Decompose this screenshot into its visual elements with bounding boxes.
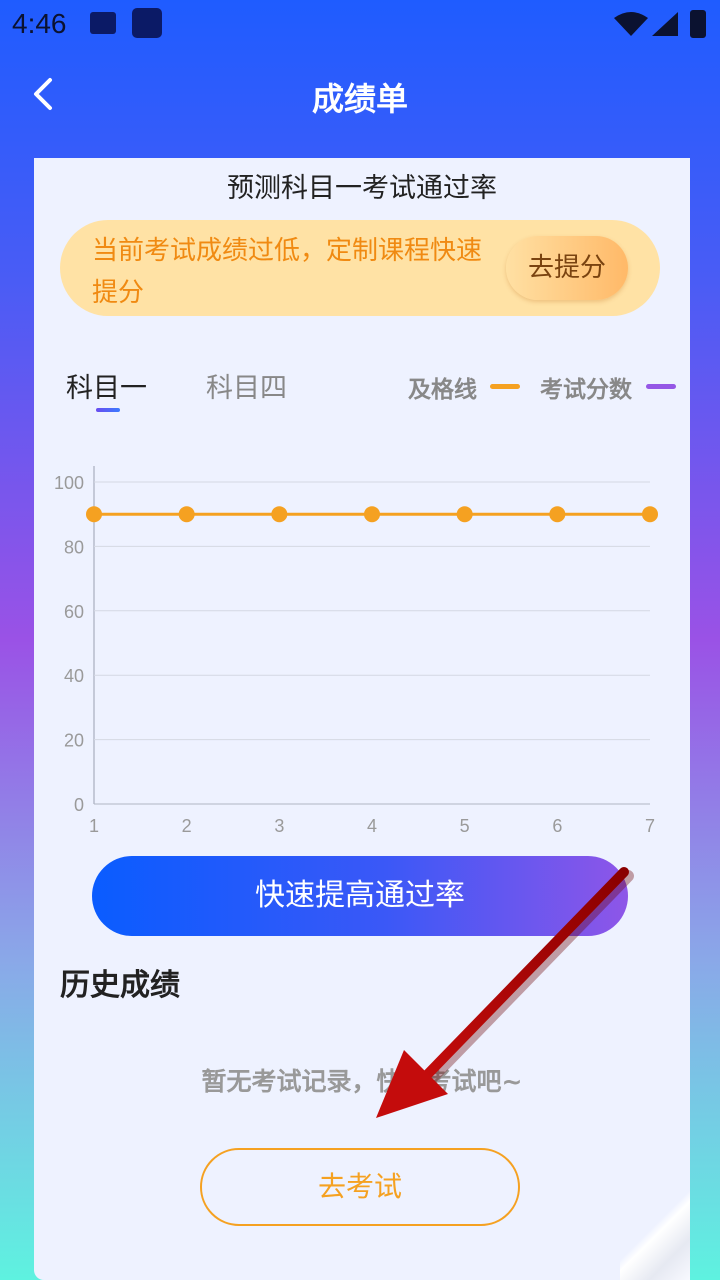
series-point	[549, 506, 566, 523]
legend-score-label: 考试分数	[540, 377, 632, 403]
empty-history-text: 暂无考试记录，快去考试吧~	[201, 1067, 523, 1096]
card-title: 预测科目一考试通过率	[227, 173, 497, 204]
series-point	[86, 506, 102, 523]
x-tick-label: 3	[274, 816, 284, 836]
series-point	[642, 506, 658, 523]
score-chart: 0 20 40 60 80 100 1 2 3 4 5 6 7	[54, 466, 658, 836]
series-point	[178, 506, 195, 523]
x-tick-label: 6	[552, 816, 562, 836]
y-tick-label: 100	[54, 473, 84, 493]
battery-icon	[690, 10, 706, 38]
improve-score-button[interactable]: 去提分	[506, 236, 628, 300]
tab-subject-one[interactable]: 科目一	[66, 366, 147, 405]
y-tick-label: 20	[64, 731, 84, 751]
wifi-icon	[614, 12, 648, 36]
page-curl-decoration	[620, 1186, 690, 1280]
status-bar: 4:46	[0, 0, 720, 50]
app-notification-icon	[132, 8, 162, 38]
tab-active-indicator	[96, 408, 120, 412]
banner-text: 当前考试成绩过低，定制课程快速提分	[92, 236, 483, 308]
y-tick-label: 40	[64, 666, 84, 686]
status-time: 4:46	[12, 8, 67, 39]
x-tick-label: 5	[460, 816, 470, 836]
series-point	[271, 506, 288, 523]
report-card: 预测科目一考试通过率 当前考试成绩过低，定制课程快速提分 去提分 科目一 科目四…	[34, 158, 690, 1280]
low-score-banner: 当前考试成绩过低，定制课程快速提分 去提分	[60, 220, 660, 316]
y-tick-label: 60	[64, 602, 84, 622]
nav-bar: 成绩单	[0, 60, 720, 130]
legend-pass-label: 及格线	[408, 377, 477, 403]
x-tick-label: 4	[367, 816, 377, 836]
y-tick-label: 0	[74, 795, 84, 815]
history-title: 历史成绩	[60, 968, 180, 1003]
x-tick-label: 7	[645, 816, 655, 836]
legend-score-swatch	[646, 384, 676, 389]
series-point	[364, 506, 380, 523]
take-exam-button[interactable]: 去考试	[200, 1148, 520, 1226]
series-point	[456, 506, 473, 523]
x-tick-label: 1	[89, 816, 99, 836]
page-title: 成绩单	[311, 80, 408, 118]
x-tick-label: 2	[182, 816, 192, 836]
legend-pass-swatch	[490, 384, 520, 389]
image-notification-icon	[90, 12, 116, 34]
boost-pass-rate-button[interactable]: 快速提高通过率	[92, 856, 628, 936]
signal-icon	[652, 12, 678, 36]
y-tick-label: 80	[64, 537, 84, 557]
tab-subject-four[interactable]: 科目四	[206, 366, 287, 405]
